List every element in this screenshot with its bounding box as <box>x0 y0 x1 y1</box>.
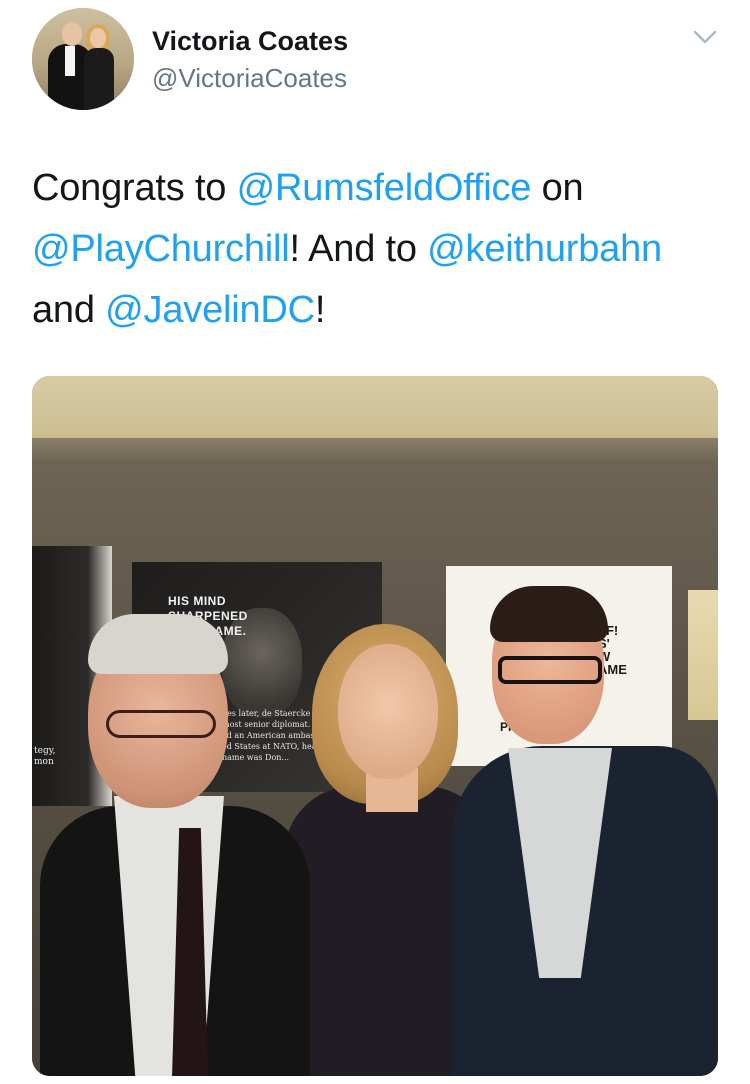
avatar-woman-head <box>90 28 106 48</box>
tweet-text-segment: and <box>32 289 106 331</box>
tweet: Victoria Coates @VictoriaCoates Congrats… <box>0 0 750 1084</box>
author-name[interactable]: Victoria Coates <box>152 26 348 57</box>
tweet-header: Victoria Coates @VictoriaCoates <box>32 8 730 116</box>
mention-keithurbahn[interactable]: @keithurbahn <box>427 228 662 270</box>
photo-lamp <box>688 590 718 720</box>
photo-person-center-face <box>338 644 438 779</box>
avatar-man-head <box>62 22 82 46</box>
mention-javelindc[interactable]: @JavelinDC <box>105 289 315 331</box>
tweet-text-segment: on <box>531 167 584 209</box>
photo-person-left-hair <box>88 614 228 674</box>
tweet-text-segment: ! And to <box>289 228 428 270</box>
photo-person-right-hair <box>490 586 608 642</box>
photo-person-left-glasses <box>106 710 216 738</box>
author-handle[interactable]: @VictoriaCoates <box>152 63 347 94</box>
avatar[interactable] <box>32 8 134 110</box>
chevron-down-icon[interactable] <box>690 22 720 52</box>
photo-person-right-glasses <box>498 656 602 684</box>
tweet-text-segment: ! <box>314 289 326 331</box>
mention-playchurchill[interactable]: @PlayChurchill <box>32 228 290 270</box>
photo-wall-trim <box>32 438 718 462</box>
avatar-man-shirt <box>65 46 75 76</box>
tweet-text-segment: Congrats to <box>32 167 237 209</box>
avatar-woman-dress <box>84 48 114 110</box>
tweet-photo[interactable]: tegy, mon HIS MIND SHARPENED ...H A GAME… <box>32 376 718 1076</box>
photo-poster-left-text: tegy, mon <box>34 746 56 767</box>
tweet-text: Congrats to @RumsfeldOffice on @PlayChurc… <box>32 158 732 341</box>
mention-rumsfeldoffice[interactable]: @RumsfeldOffice <box>237 167 532 209</box>
